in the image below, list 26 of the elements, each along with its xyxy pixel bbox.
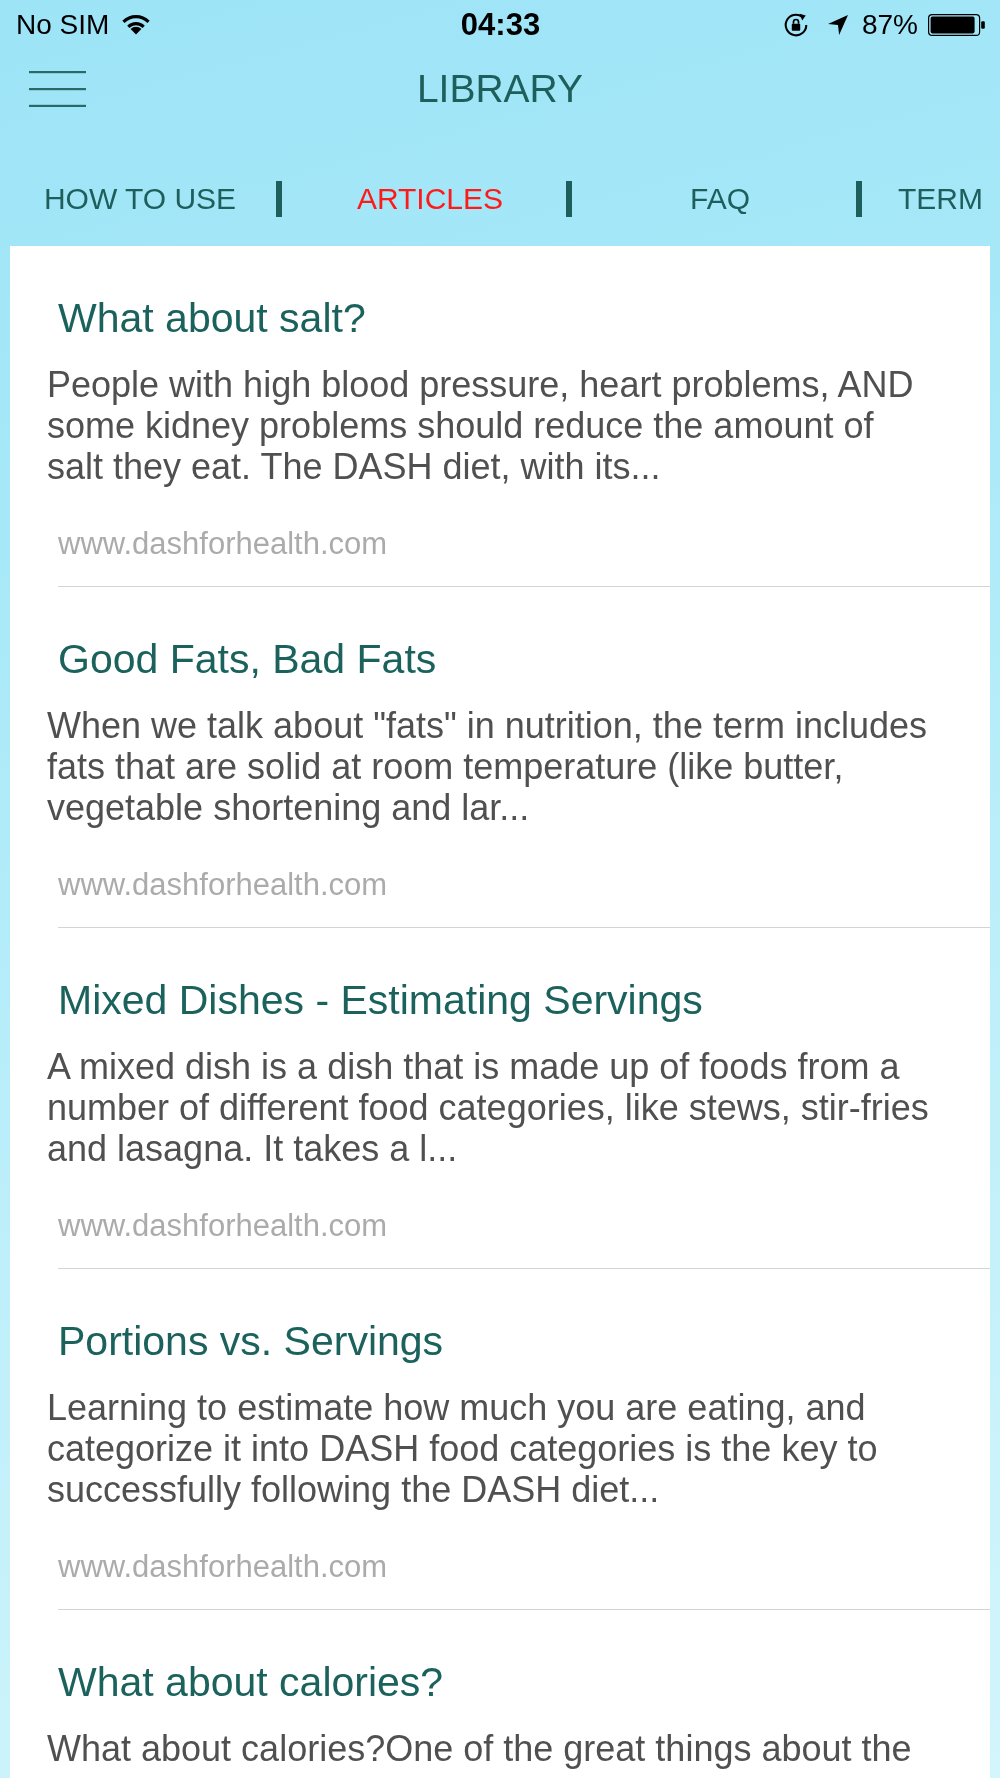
status-time: 04:33 xyxy=(460,8,541,42)
article-source: www.dashforhealth.com xyxy=(58,1208,389,1244)
tab[interactable]: FAQ xyxy=(584,181,856,217)
battery-percentage: 87% xyxy=(861,9,918,41)
tab[interactable]: TERM xyxy=(898,181,983,217)
article-title[interactable]: What about salt? xyxy=(58,294,990,342)
article-title[interactable]: Portions vs. Servings xyxy=(58,1317,990,1365)
article-title[interactable]: What about calories? xyxy=(58,1658,990,1706)
article-source: www.dashforhealth.com xyxy=(58,526,389,562)
article-title[interactable]: Mixed Dishes - Estimating Servings xyxy=(58,976,990,1024)
article-summary: A mixed dish is a dish that is made up of foods from a number of different food categories, like stews, stir-fries and lasagna. It takes a l... xyxy=(47,1046,930,1169)
article-source: www.dashforhealth.com xyxy=(58,867,389,903)
article-source: www.dashforhealth.com xyxy=(58,1549,389,1585)
article-summary: What about calories?One of the great things about the xyxy=(47,1728,913,1769)
article-title[interactable]: Good Fats, Bad Fats xyxy=(58,635,990,683)
rotation-lock-icon xyxy=(783,13,808,37)
menu-icon[interactable] xyxy=(29,71,86,107)
article-summary: Learning to estimate how much you are eating, and categorize it into DASH food categories is the key to successfully following the DASH diet... xyxy=(47,1387,879,1510)
wifi-icon xyxy=(122,15,151,35)
tab[interactable]: HOW TO USE xyxy=(4,181,276,217)
carrier-name: No SIM xyxy=(16,9,110,41)
article-summary: When we talk about "fats" in nutrition, the term includes fats that are solid at room temperature (like butter, vegetable shortening and lar... xyxy=(47,705,928,828)
page-title: LIBRARY xyxy=(416,67,584,111)
battery-icon xyxy=(928,14,985,36)
article-summary: People with high blood pressure, heart problems, AND some kidney problems should reduce the amount of salt they eat. The DASH diet, with its... xyxy=(47,364,915,487)
location-arrow-icon xyxy=(827,15,848,35)
